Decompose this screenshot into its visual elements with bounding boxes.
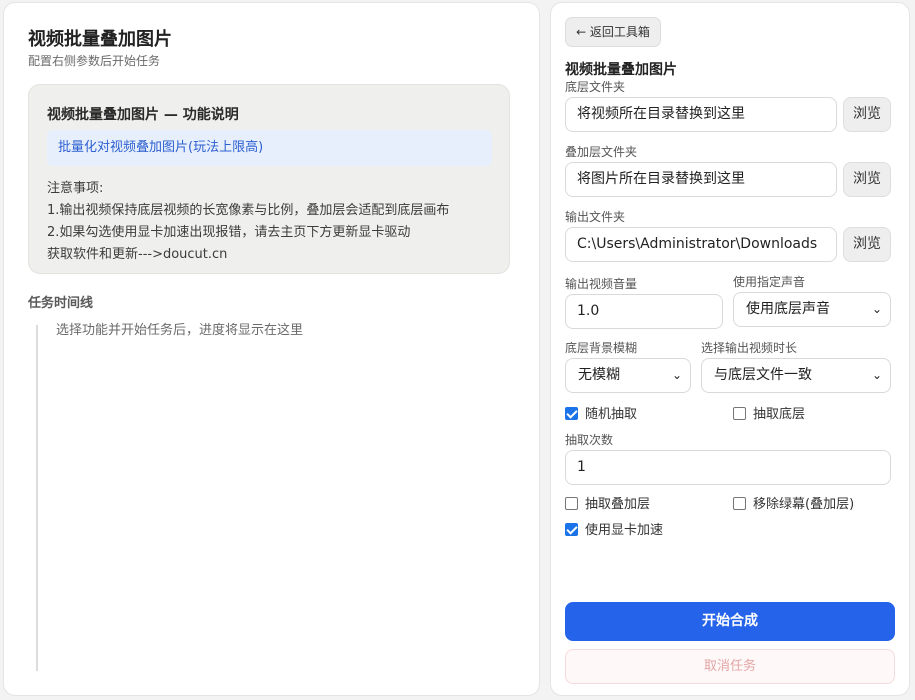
- pick-overlay-checkbox[interactable]: [565, 497, 578, 510]
- timeline-line: [36, 325, 38, 671]
- info-note-line: 1.输出视频保持底层视频的长宽像素与比例，叠加层会适配到底层画布: [47, 203, 450, 218]
- pick-count-label: 抽取次数: [565, 433, 614, 447]
- pick-base-label: 抽取底层: [753, 407, 806, 422]
- remove-green-label: 移除绿幕(叠加层): [753, 497, 855, 512]
- chevron-down-icon: ⌄: [871, 302, 882, 316]
- base-folder-input[interactable]: 将视频所在目录替换到这里: [565, 97, 837, 132]
- pick-overlay-checkbox-row[interactable]: 抽取叠加层: [565, 493, 650, 512]
- volume-label: 输出视频音量: [565, 277, 638, 291]
- chevron-down-icon: ⌄: [671, 368, 682, 382]
- tool-title: 视频批量叠加图片: [565, 62, 677, 78]
- info-note-line: 2.如果勾选使用显卡加速出现报错，请去主页下方更新显卡驱动: [47, 225, 411, 240]
- random-pick-label: 随机抽取: [585, 407, 638, 422]
- random-pick-checkbox-row[interactable]: 随机抽取: [565, 403, 637, 422]
- overlay-folder-browse-button[interactable]: 浏览: [843, 162, 891, 197]
- output-folder-input[interactable]: C:\Users\Administrator\Downloads: [565, 227, 837, 262]
- info-card: 视频批量叠加图片 — 功能说明 批量化对视频叠加图片(玩法上限高) 注意事项: …: [28, 84, 510, 274]
- back-to-toolbox-button[interactable]: ← 返回工具箱: [565, 17, 661, 47]
- info-notes: 注意事项: 1.输出视频保持底层视频的长宽像素与比例，叠加层会适配到底层画布 2…: [47, 178, 449, 266]
- audio-source-value: 使用底层声音: [746, 301, 830, 317]
- page-subtitle: 配置右侧参数后开始任务: [28, 54, 161, 68]
- start-compose-button[interactable]: 开始合成: [565, 602, 895, 641]
- info-note-link[interactable]: 获取软件和更新--->doucut.cn: [47, 244, 449, 266]
- chevron-down-icon: ⌄: [871, 368, 882, 382]
- remove-green-checkbox-row[interactable]: 移除绿幕(叠加层): [733, 493, 854, 512]
- timeline-title: 任务时间线: [28, 296, 94, 311]
- info-title: 视频批量叠加图片 — 功能说明: [47, 107, 239, 123]
- cancel-task-button[interactable]: 取消任务: [565, 649, 895, 684]
- volume-input[interactable]: 1.0: [565, 294, 723, 329]
- gpu-accel-checkbox-row[interactable]: 使用显卡加速: [565, 519, 663, 538]
- right-panel: ← 返回工具箱 视频批量叠加图片 底层文件夹 将视频所在目录替换到这里 浏览 叠…: [550, 2, 910, 696]
- base-folder-browse-button[interactable]: 浏览: [843, 97, 891, 132]
- base-folder-label: 底层文件夹: [565, 80, 626, 94]
- gpu-accel-checkbox[interactable]: [565, 523, 578, 536]
- duration-value: 与底层文件一致: [714, 367, 812, 383]
- audio-source-select[interactable]: 使用底层声音 ⌄: [733, 292, 891, 327]
- gpu-accel-label: 使用显卡加速: [585, 523, 664, 538]
- blur-value: 无模糊: [578, 367, 620, 383]
- page-title: 视频批量叠加图片: [28, 29, 172, 50]
- output-folder-label: 输出文件夹: [565, 210, 626, 224]
- duration-select[interactable]: 与底层文件一致 ⌄: [701, 358, 891, 393]
- left-panel: 视频批量叠加图片 配置右侧参数后开始任务 视频批量叠加图片 — 功能说明 批量化…: [3, 2, 540, 696]
- info-note-line: 注意事项:: [47, 181, 104, 196]
- pick-overlay-label: 抽取叠加层: [585, 497, 651, 512]
- blur-label: 底层背景模糊: [565, 341, 638, 355]
- audio-source-label: 使用指定声音: [733, 275, 806, 289]
- pick-count-input[interactable]: 1: [565, 450, 891, 485]
- overlay-folder-input[interactable]: 将图片所在目录替换到这里: [565, 162, 837, 197]
- pick-base-checkbox[interactable]: [733, 407, 746, 420]
- info-highlight: 批量化对视频叠加图片(玩法上限高): [47, 130, 492, 166]
- random-pick-checkbox[interactable]: [565, 407, 578, 420]
- output-folder-browse-button[interactable]: 浏览: [843, 227, 891, 262]
- pick-base-checkbox-row[interactable]: 抽取底层: [733, 403, 805, 422]
- remove-green-checkbox[interactable]: [733, 497, 746, 510]
- duration-label: 选择输出视频时长: [701, 341, 798, 355]
- blur-select[interactable]: 无模糊 ⌄: [565, 358, 691, 393]
- timeline-empty-text: 选择功能并开始任务后，进度将显示在这里: [56, 323, 304, 338]
- overlay-folder-label: 叠加层文件夹: [565, 145, 638, 159]
